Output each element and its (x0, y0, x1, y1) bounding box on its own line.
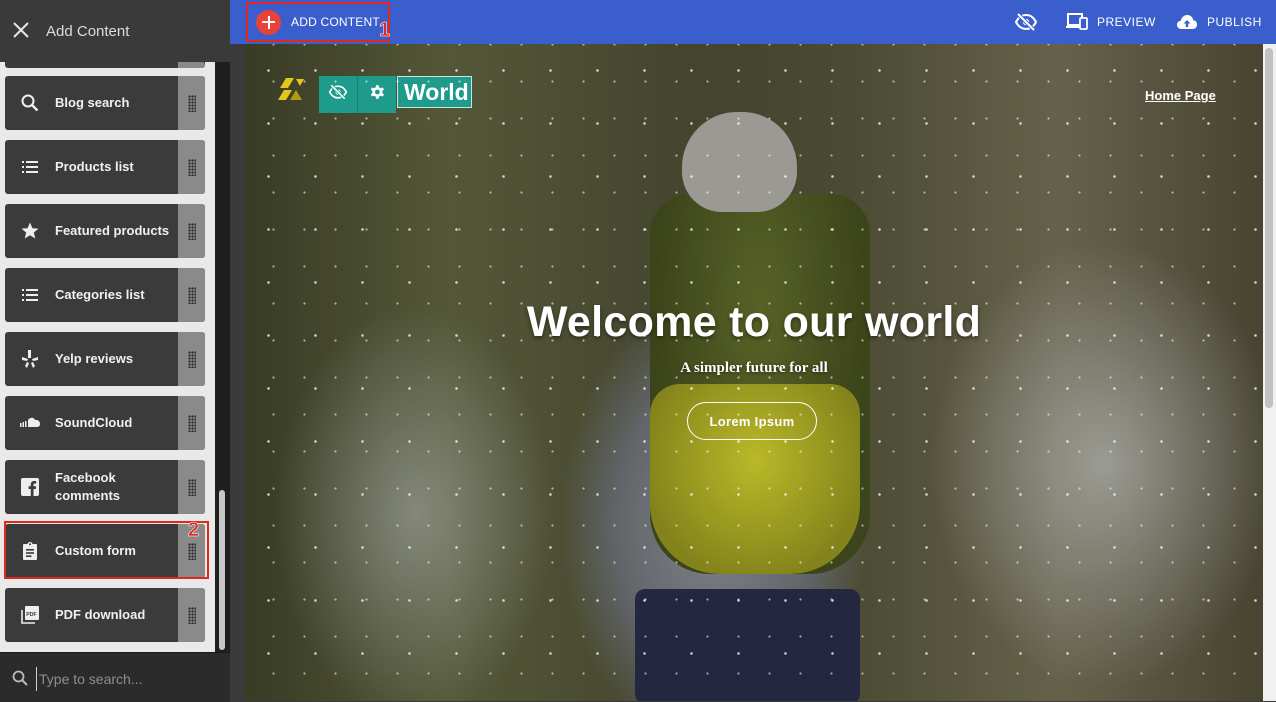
publish-label: PUBLISH (1207, 15, 1262, 29)
list-icon (19, 284, 41, 306)
preview-label: PREVIEW (1097, 15, 1156, 29)
list-icon (19, 156, 41, 178)
content-item-products-list[interactable]: Products list (5, 140, 205, 194)
yelp-icon (19, 348, 41, 370)
drag-handle[interactable] (178, 588, 205, 642)
drag-handle[interactable] (178, 268, 205, 322)
content-item-partial[interactable] (5, 62, 205, 68)
close-icon[interactable] (11, 20, 31, 40)
highlight-box-add-content (246, 2, 390, 42)
hide-element-button[interactable] (319, 76, 357, 113)
add-content-sidebar: Add Content Blog search Products list Fe… (0, 0, 230, 702)
soundcloud-icon (19, 412, 41, 434)
content-item-pdf-download[interactable]: PDF PDF download (5, 588, 205, 642)
publish-button[interactable]: PUBLISH (1176, 0, 1262, 44)
drag-handle[interactable] (178, 332, 205, 386)
eye-off-icon (328, 82, 348, 107)
eye-off-icon (1014, 10, 1038, 34)
drag-handle[interactable] (178, 396, 205, 450)
content-item-facebook-comments[interactable]: Facebook comments (5, 460, 205, 514)
content-item-label: Categories list (55, 287, 145, 302)
content-item-yelp-reviews[interactable]: Yelp reviews (5, 332, 205, 386)
search-icon (11, 669, 29, 692)
content-item-label: Blog search (55, 95, 130, 110)
search-icon (19, 92, 41, 114)
content-item-blog-search[interactable]: Blog search (5, 76, 205, 130)
sidebar-scrollbar[interactable] (219, 490, 225, 650)
gear-icon (368, 83, 386, 106)
drag-handle[interactable] (178, 460, 205, 514)
element-settings-button[interactable] (357, 76, 396, 113)
content-item-label: SoundCloud (55, 415, 133, 430)
content-item-label: Featured products (55, 223, 170, 238)
cloud-upload-icon (1176, 13, 1198, 31)
star-icon (19, 220, 41, 242)
sidebar-title: Add Content (46, 23, 130, 40)
drag-handle[interactable] (178, 76, 205, 130)
content-item-label: Products list (55, 159, 134, 174)
highlight-box-custom-form (4, 521, 209, 579)
drag-handle[interactable] (178, 62, 205, 68)
content-item-categories-list[interactable]: Categories list (5, 268, 205, 322)
search-input[interactable] (36, 667, 221, 691)
content-item-featured-products[interactable]: Featured products (5, 204, 205, 258)
hide-toggle-button[interactable] (1014, 0, 1038, 44)
canvas-scrollbar-thumb[interactable] (1265, 48, 1273, 408)
drag-handle[interactable] (178, 204, 205, 258)
annotation-marker-2: 2 (188, 519, 200, 542)
facebook-icon (19, 476, 41, 498)
svg-text:PDF: PDF (26, 612, 36, 618)
hero-title: Welcome to our world (526, 298, 982, 346)
logo-edit-toolbar (319, 76, 396, 113)
nav-home-link[interactable]: Home Page (1145, 88, 1216, 103)
preview-button[interactable]: PREVIEW (1065, 0, 1156, 44)
pdf-icon: PDF (19, 604, 41, 626)
sidebar-search (0, 652, 230, 702)
content-item-label: Yelp reviews (55, 351, 134, 366)
hero-subtitle: A simpler future for all (680, 360, 828, 376)
sidebar-header: Add Content (0, 0, 230, 62)
devices-icon (1065, 12, 1088, 32)
hero-cta-button[interactable]: Lorem Ipsum (687, 402, 817, 440)
content-item-label: Facebook comments (55, 470, 121, 503)
site-logo-icon[interactable] (276, 76, 306, 102)
canvas-scrollbar[interactable] (1263, 44, 1276, 701)
site-preview-canvas: World Home Page Welcome to our world A s… (245, 44, 1263, 701)
content-item-soundcloud[interactable]: SoundCloud (5, 396, 205, 450)
drag-handle[interactable] (178, 140, 205, 194)
content-item-label: PDF download (55, 607, 146, 622)
annotation-marker-1: 1 (379, 19, 391, 42)
site-logo-text[interactable]: World (397, 76, 472, 108)
